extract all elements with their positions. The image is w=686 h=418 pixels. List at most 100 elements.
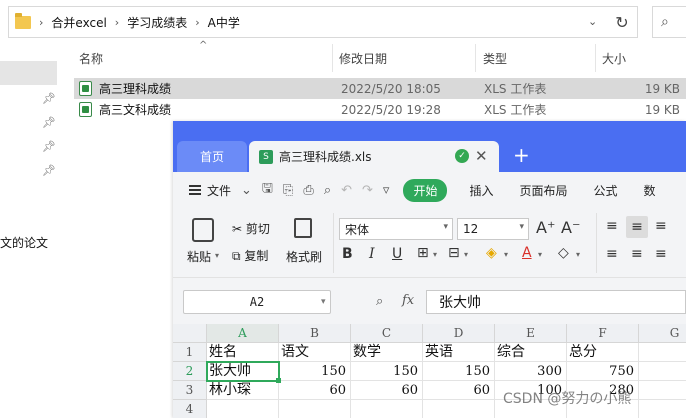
chevron-down-icon[interactable]: ⌄ bbox=[588, 15, 597, 28]
italic-icon[interactable]: I bbox=[369, 246, 375, 262]
formula-input[interactable]: 张大帅 bbox=[426, 290, 686, 314]
file-row[interactable]: 高三理科成绩 2022/5/20 18:05 XLS 工作表 19 KB bbox=[74, 78, 686, 99]
cell[interactable]: 300 bbox=[495, 362, 567, 381]
column-header[interactable]: D bbox=[423, 324, 495, 343]
cell[interactable]: 林小琛 bbox=[207, 381, 279, 400]
nav-item-selected[interactable] bbox=[0, 61, 57, 85]
chevron-down-icon[interactable]: ▾ bbox=[433, 250, 437, 259]
font-color-icon[interactable]: A bbox=[522, 245, 532, 261]
close-icon[interactable]: ✕ bbox=[475, 147, 488, 165]
cell[interactable] bbox=[639, 343, 686, 362]
cell[interactable] bbox=[279, 400, 351, 418]
chevron-down-icon[interactable]: ▾ bbox=[464, 250, 468, 259]
column-header[interactable]: B bbox=[279, 324, 351, 343]
print-icon[interactable]: ⎙ bbox=[303, 183, 313, 198]
cell[interactable]: 总分 bbox=[567, 343, 639, 362]
print-preview-icon[interactable]: ⌕ bbox=[324, 183, 331, 198]
paste-button-label[interactable]: 粘贴 bbox=[187, 248, 211, 265]
column-header[interactable]: C bbox=[351, 324, 423, 343]
cell[interactable]: 750 bbox=[567, 362, 639, 381]
font-name-select[interactable]: 宋体 ▾ bbox=[339, 218, 453, 240]
column-header[interactable]: G bbox=[639, 324, 686, 343]
refresh-button[interactable]: ↻ bbox=[606, 6, 638, 38]
menu-file[interactable]: 文件 bbox=[189, 182, 231, 199]
cell[interactable] bbox=[423, 400, 495, 418]
search-icon[interactable]: ⌕ bbox=[652, 6, 686, 38]
paste-icon[interactable] bbox=[192, 218, 214, 242]
cell[interactable]: 150 bbox=[351, 362, 423, 381]
fill-color-icon[interactable]: ◈ bbox=[486, 245, 497, 261]
cell[interactable]: 语文 bbox=[279, 343, 351, 362]
underline-icon[interactable]: U bbox=[392, 246, 402, 262]
column-header-name[interactable]: 名称 bbox=[79, 50, 103, 67]
cell[interactable]: 60 bbox=[423, 381, 495, 400]
file-row[interactable]: 高三文科成绩 2022/5/20 19:28 XLS 工作表 19 KB bbox=[74, 99, 686, 120]
format-painter-label[interactable]: 格式刷 bbox=[286, 248, 322, 265]
breadcrumb-item[interactable]: 合并excel bbox=[51, 14, 106, 31]
customize-dropdown-icon[interactable]: ▿ bbox=[383, 183, 390, 198]
cell[interactable]: 姓名 bbox=[207, 343, 279, 362]
chevron-down-icon[interactable]: ▾ bbox=[215, 251, 219, 260]
fx-icon[interactable]: fx bbox=[402, 293, 414, 308]
row-header[interactable]: 2 bbox=[173, 362, 207, 381]
zoom-icon[interactable]: ⌕ bbox=[376, 294, 383, 309]
cell[interactable]: 150 bbox=[279, 362, 351, 381]
cell[interactable] bbox=[639, 400, 686, 418]
bold-icon[interactable]: B bbox=[342, 246, 353, 262]
merge-cells-icon[interactable]: ⊟ bbox=[448, 245, 460, 261]
address-bar[interactable]: › 合并excel › 学习成绩表 › A中学 bbox=[8, 6, 638, 38]
align-top-icon[interactable]: ≡ bbox=[606, 218, 618, 234]
cell[interactable] bbox=[207, 400, 279, 418]
cell[interactable]: 数学 bbox=[351, 343, 423, 362]
cell[interactable]: 150 bbox=[423, 362, 495, 381]
menu-start[interactable]: 开始 bbox=[403, 178, 448, 202]
column-header-date[interactable]: 修改日期 bbox=[339, 50, 387, 67]
breadcrumb-item[interactable]: 学习成绩表 bbox=[127, 14, 187, 31]
column-divider[interactable] bbox=[332, 44, 333, 72]
new-tab-icon[interactable]: + bbox=[513, 143, 530, 167]
row-header[interactable]: 1 bbox=[173, 343, 207, 362]
align-bottom-icon[interactable]: ≡ bbox=[655, 218, 667, 234]
column-header-type[interactable]: 类型 bbox=[483, 50, 507, 67]
chevron-down-icon[interactable]: ⌄ bbox=[241, 183, 252, 198]
cell[interactable] bbox=[351, 400, 423, 418]
fill-handle[interactable] bbox=[276, 378, 281, 383]
breadcrumb-item[interactable]: A中学 bbox=[208, 14, 240, 31]
clear-format-icon[interactable]: ◇ bbox=[558, 245, 569, 261]
increase-font-icon[interactable]: A⁺ bbox=[536, 218, 555, 237]
pin-icon[interactable]: 📌︎ bbox=[42, 92, 56, 105]
menu-insert[interactable]: 插入 bbox=[469, 182, 493, 199]
column-divider[interactable] bbox=[475, 44, 476, 72]
chevron-down-icon[interactable]: ▾ bbox=[321, 297, 326, 307]
row-header[interactable]: 3 bbox=[173, 381, 207, 400]
pin-icon[interactable]: 📌︎ bbox=[42, 164, 56, 177]
border-icon[interactable]: ⊞ bbox=[417, 245, 429, 261]
column-divider[interactable] bbox=[595, 44, 596, 72]
pin-icon[interactable]: 📌︎ bbox=[42, 140, 56, 153]
nav-item-label[interactable]: 文的论文 bbox=[0, 234, 48, 251]
column-header-size[interactable]: 大小 bbox=[602, 50, 626, 67]
decrease-font-icon[interactable]: A⁻ bbox=[561, 218, 580, 237]
column-header[interactable]: A bbox=[207, 324, 279, 343]
chevron-down-icon[interactable]: ▾ bbox=[504, 250, 508, 259]
cell[interactable]: 60 bbox=[279, 381, 351, 400]
align-center-icon[interactable]: ≡ bbox=[631, 246, 643, 262]
name-box[interactable]: A2 bbox=[183, 290, 331, 314]
cell[interactable]: 综合 bbox=[495, 343, 567, 362]
copy-button[interactable]: ⧉ 复制 bbox=[232, 247, 268, 264]
chevron-down-icon[interactable]: ▾ bbox=[538, 250, 542, 259]
row-header[interactable]: 4 bbox=[173, 400, 207, 418]
font-size-select[interactable]: 12 ▾ bbox=[457, 218, 529, 240]
export-pdf-icon[interactable]: ⎘ bbox=[283, 183, 293, 198]
menu-formula[interactable]: 公式 bbox=[593, 182, 617, 199]
undo-icon[interactable]: ↶ bbox=[341, 183, 352, 198]
redo-icon[interactable]: ↷ bbox=[362, 183, 373, 198]
save-icon[interactable]: 🖫︎ bbox=[262, 179, 273, 201]
cut-button[interactable]: ✂ 剪切 bbox=[232, 220, 270, 237]
cell[interactable] bbox=[639, 362, 686, 381]
align-right-icon[interactable]: ≡ bbox=[655, 246, 667, 262]
menu-data[interactable]: 数 bbox=[644, 182, 656, 199]
cell[interactable] bbox=[639, 381, 686, 400]
align-left-icon[interactable]: ≡ bbox=[606, 246, 618, 262]
format-painter-icon[interactable] bbox=[294, 218, 312, 238]
